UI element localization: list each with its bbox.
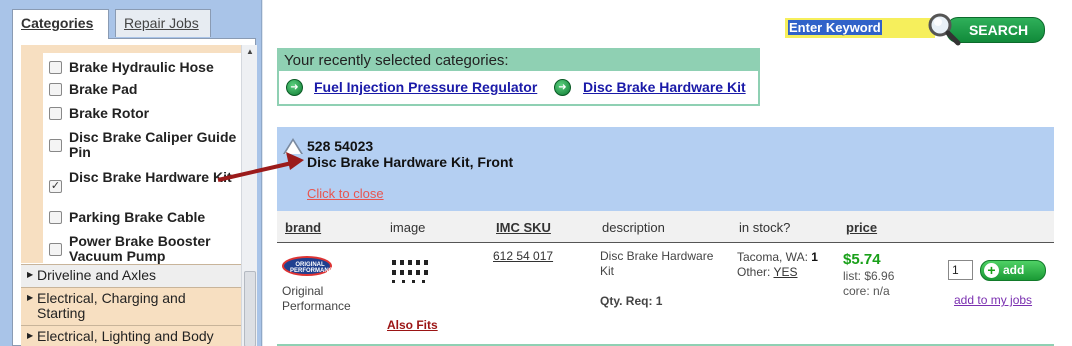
sidebar: Categories Repair Jobs Brake Hydraulic H…	[0, 0, 262, 346]
main-content: Enter Keyword SEARCH Your recently selec…	[263, 0, 1072, 346]
stock-other: Other: YES	[737, 265, 798, 280]
column-header-image: image	[390, 220, 426, 235]
sku-link[interactable]: 612 54 017	[493, 249, 553, 264]
stock-count: 1	[811, 250, 818, 264]
recent-categories-box: Your recently selected categories: ➜ Fue…	[277, 48, 760, 106]
tab-repair-jobs-label: Repair Jobs	[124, 15, 199, 31]
category-label: Electrical, Charging and Starting	[37, 290, 186, 321]
category-item-driveline[interactable]: ▶ Driveline and Axles	[21, 264, 241, 287]
qty-required: Qty. Req: 1	[600, 294, 663, 308]
subcategory-checkbox[interactable]	[49, 211, 62, 224]
column-header-imc-sku[interactable]: IMC SKU	[496, 220, 551, 235]
product-header: 528 54023 Disc Brake Hardware Kit, Front…	[277, 127, 1054, 211]
subcategory-item-selected[interactable]: ✓ Disc Brake Hardware Kit	[43, 165, 241, 205]
price: $5.74	[843, 251, 881, 268]
brand-name: Original Performance	[282, 284, 351, 313]
triangle-right-icon: ▶	[27, 293, 34, 302]
table-row: ORIGINAL PERFORMANCE Original Performanc…	[277, 243, 1054, 346]
add-to-my-jobs-link[interactable]: add to my jobs	[954, 293, 1032, 307]
subcategory-label: Brake Hydraulic Hose	[69, 59, 214, 75]
stock-other-label: Other:	[737, 265, 771, 279]
product-thumbnail[interactable]	[390, 256, 438, 288]
subcategory-item[interactable]: Brake Pad	[43, 77, 241, 101]
stock-location: Tacoma, WA: 1	[737, 250, 818, 265]
scroll-up-arrow-icon[interactable]: ▲	[242, 45, 258, 59]
search-input-placeholder-text: Enter Keyword	[788, 20, 882, 35]
recent-categories-heading: Your recently selected categories:	[279, 50, 758, 71]
recent-category-link[interactable]: Fuel Injection Pressure Regulator	[314, 79, 537, 95]
subcategory-label: Power Brake Booster Vacuum Pump	[69, 233, 211, 264]
triangle-right-icon: ▶	[27, 331, 34, 340]
category-label: Driveline and Axles	[37, 267, 157, 283]
subcategory-label: Disc Brake Caliper Guide Pin	[69, 129, 237, 160]
part-name: Disc Brake Hardware Kit, Front	[307, 154, 514, 170]
subcategory-label: Brake Pad	[69, 81, 138, 97]
subcategory-item[interactable]: Power Brake Booster Vacuum Pump	[43, 229, 241, 264]
category-item-electrical-lighting[interactable]: ▶ Electrical, Lighting and Body	[21, 325, 241, 346]
tab-repair-jobs[interactable]: Repair Jobs	[115, 9, 211, 37]
part-number: 528 54023	[307, 138, 374, 154]
categories-panel: Brake Hydraulic Hose Brake Pad Brake Rot…	[12, 38, 257, 346]
recent-category-link[interactable]: Disc Brake Hardware Kit	[583, 79, 746, 95]
tab-categories[interactable]: Categories	[12, 9, 109, 39]
subcategory-item[interactable]: Parking Brake Cable	[43, 205, 241, 229]
subcategory-item[interactable]: Brake Rotor	[43, 101, 241, 125]
subcategory-checkbox[interactable]	[49, 83, 62, 96]
magnifier-icon[interactable]	[927, 12, 961, 46]
column-header-brand[interactable]: brand	[285, 220, 321, 235]
subcategory-label: Parking Brake Cable	[69, 209, 206, 225]
list-price: list: $6.96	[843, 269, 895, 283]
plus-icon: +	[984, 263, 999, 278]
subcategory-checkbox[interactable]	[49, 139, 62, 152]
column-header-price[interactable]: price	[846, 220, 877, 235]
stock-location-label: Tacoma, WA:	[737, 250, 808, 264]
sidebar-scrollbar[interactable]: ▲	[241, 45, 257, 346]
arrow-right-icon: ➜	[286, 79, 303, 96]
subcategory-item[interactable]: Brake Hydraulic Hose	[43, 53, 241, 77]
column-header-in-stock: in stock?	[739, 220, 791, 235]
subcategory-checkbox[interactable]	[49, 107, 62, 120]
subcategory-checkbox[interactable]	[49, 61, 62, 74]
subcategory-checkbox-checked[interactable]: ✓	[49, 180, 62, 193]
triangle-right-icon: ▶	[27, 270, 34, 279]
add-button[interactable]: + add	[980, 260, 1046, 281]
quantity-input[interactable]: 1	[948, 260, 973, 280]
brand-logo: ORIGINAL PERFORMANCE	[282, 256, 338, 276]
subcategory-list: Brake Hydraulic Hose Brake Pad Brake Rot…	[21, 45, 241, 264]
subcategory-label: Disc Brake Hardware Kit	[69, 169, 232, 185]
collapse-triangle-fill	[285, 141, 301, 154]
subcategory-checkbox[interactable]	[49, 243, 62, 256]
add-button-label: add	[1003, 263, 1025, 277]
column-header-description: description	[602, 220, 665, 235]
category-label: Electrical, Lighting and Body	[37, 328, 214, 344]
core-price: core: n/a	[843, 284, 890, 298]
also-fits-link[interactable]: Also Fits	[387, 318, 438, 332]
arrow-right-icon: ➜	[554, 79, 571, 96]
subcategory-item[interactable]: Disc Brake Caliper Guide Pin	[43, 125, 241, 165]
stock-other-link[interactable]: YES	[773, 265, 797, 279]
subcategory-label: Brake Rotor	[69, 105, 150, 121]
categories-list: Brake Hydraulic Hose Brake Pad Brake Rot…	[21, 45, 241, 346]
close-link[interactable]: Click to close	[307, 186, 384, 201]
scroll-thumb[interactable]	[244, 271, 256, 346]
description-text: Disc Brake Hardware Kit	[600, 249, 714, 278]
category-item-electrical-charging[interactable]: ▶ Electrical, Charging and Starting	[21, 287, 241, 325]
brand-logo-text: ORIGINAL PERFORMANCE	[290, 262, 338, 274]
results-table-header: brand image IMC SKU description in stock…	[277, 211, 1054, 243]
